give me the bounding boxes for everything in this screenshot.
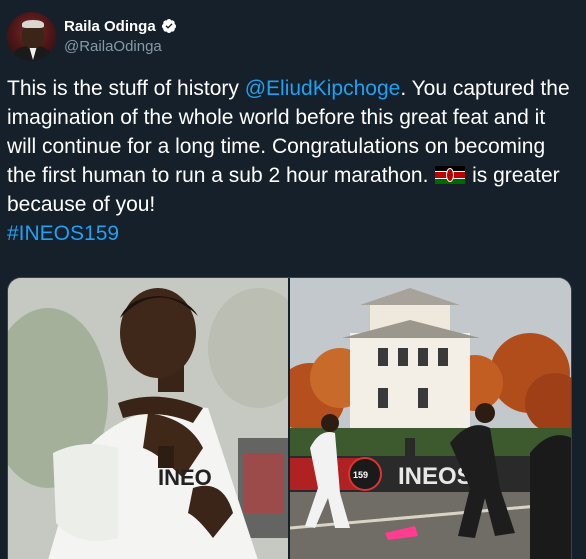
tweet-media: INEO INEOS 159 [7, 277, 572, 559]
author-handle[interactable]: @RailaOdinga [64, 38, 162, 55]
author-name-row: Raila Odinga [64, 16, 177, 36]
runners-course-illustration: INEOS 159 [290, 278, 571, 559]
author-display-name[interactable]: Raila Odinga [64, 18, 156, 35]
avatar[interactable] [7, 12, 56, 61]
tweet-text: This is the stuff of history @EliudKipch… [7, 74, 579, 248]
hashtag-link[interactable]: #INEOS159 [7, 222, 119, 245]
badge-text: 159 [353, 470, 368, 480]
tweet-card[interactable]: Raila Odinga @RailaOdinga This is the st… [0, 0, 586, 559]
tweet-text-part1: This is the stuff of history [7, 77, 245, 100]
avatar-hair [22, 20, 44, 28]
kenya-flag-icon [435, 166, 466, 184]
runner-closeup-illustration: INEO [8, 278, 288, 559]
photo-runner-closeup[interactable]: INEO [8, 278, 288, 559]
photo-runners-on-course[interactable]: INEOS 159 [290, 278, 571, 559]
flag-shield [446, 168, 455, 182]
mention-link[interactable]: @EliudKipchoge [245, 77, 401, 100]
verified-badge-icon [161, 19, 176, 33]
